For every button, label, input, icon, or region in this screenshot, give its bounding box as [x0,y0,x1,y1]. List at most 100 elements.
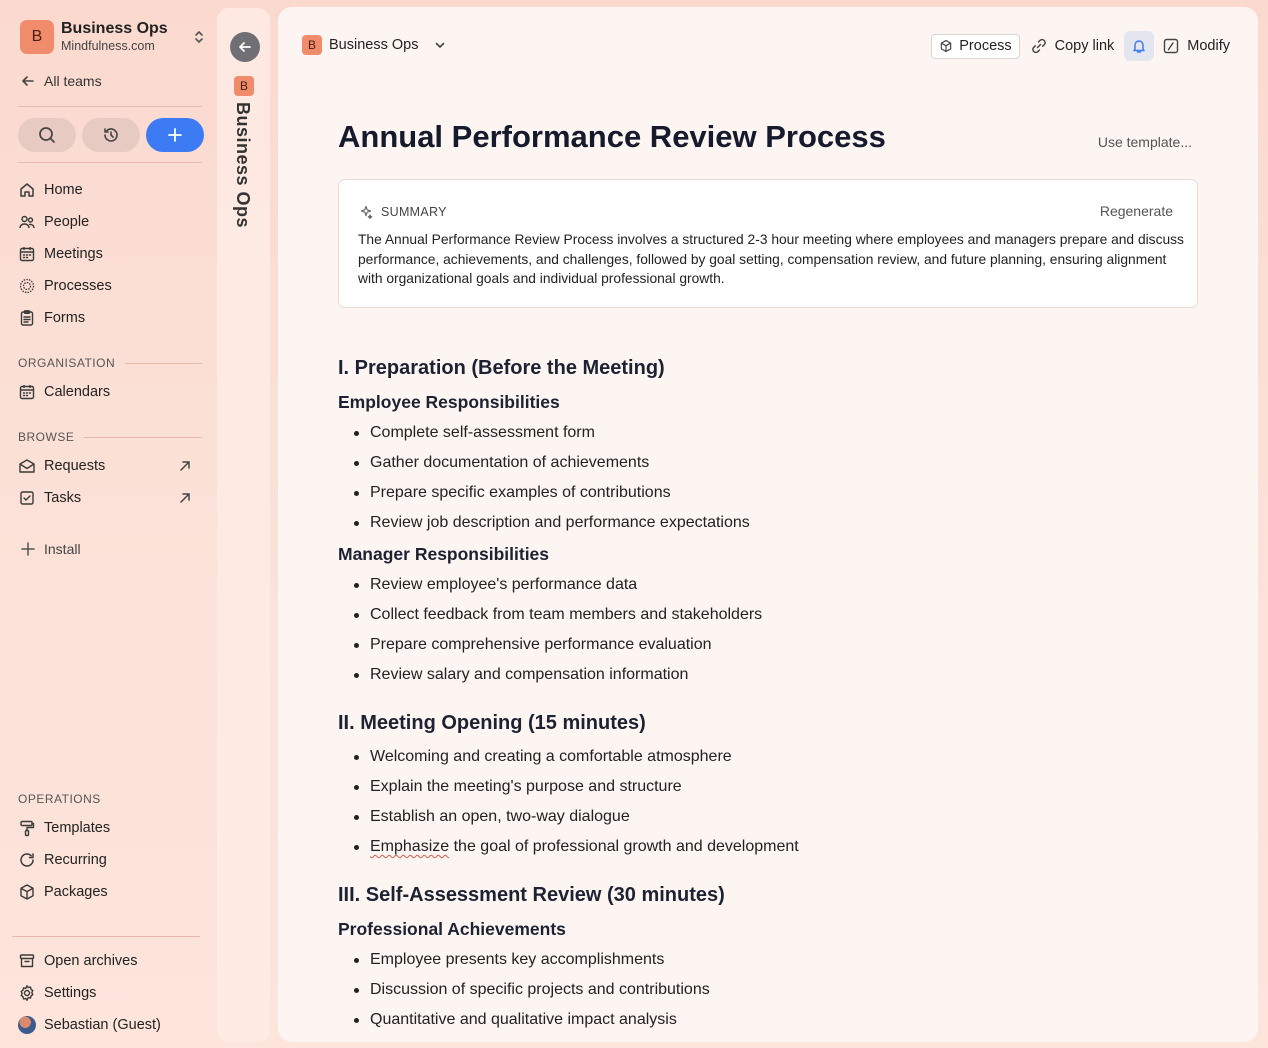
document-body[interactable]: I. Preparation (Before the Meeting) Empl… [338,353,1198,1035]
nav-item-meetings[interactable]: Meetings [18,238,204,270]
external-link-icon[interactable] [178,459,192,473]
bullet-list: Employee presents key accomplishments Di… [354,945,1198,1035]
sparkle-icon [359,205,373,219]
nav-item-forms[interactable]: Forms [18,302,204,334]
calendar-icon [18,383,36,401]
nav-item-calendars[interactable]: Calendars [18,376,204,408]
gear-icon [18,984,36,1002]
list-item: Review salary and compensation informati… [354,660,1198,690]
list-item: Discussion of specific projects and cont… [354,975,1198,1005]
section-label-text: BROWSE [18,430,75,444]
section-heading: III. Self-Assessment Review (30 minutes) [338,884,725,906]
team-name: Business Ops [61,20,168,37]
collapse-button[interactable] [230,32,260,62]
subsection-heading: Professional Achievements [338,919,566,939]
process-button[interactable]: Process [931,33,1020,59]
nav-label: People [44,214,90,230]
team-avatar: B [20,20,54,54]
collapsed-rail: B Business Ops [217,8,270,1042]
modify-label: Modify [1187,38,1230,54]
breadcrumb[interactable]: B Business Ops [302,35,446,55]
nav-item-people[interactable]: People [18,206,204,238]
process-label: Process [959,38,1012,54]
processes-icon [18,277,36,295]
copy-link-label: Copy link [1054,38,1115,54]
people-icon [18,213,36,231]
section-label-browse: BROWSE [18,430,202,444]
all-teams-link[interactable]: All teams [20,71,102,91]
main-panel: B Business Ops Process Copy link Modify … [278,7,1258,1042]
archive-icon [18,952,36,970]
list-item: Emphasize the goal of professional growt… [354,832,1198,862]
external-link-icon[interactable] [178,491,192,505]
breadcrumb-label: Business Ops [329,37,419,53]
nav-item-requests[interactable]: Requests [18,450,204,482]
history-button[interactable] [82,118,140,152]
nav-item-user[interactable]: Sebastian (Guest) [18,1009,204,1041]
summary-label: SUMMARY [359,205,447,219]
nav-item-open-archives[interactable]: Open archives [18,945,204,977]
list-item: Review job description and performance e… [354,508,1198,538]
nav-label: Processes [44,278,112,294]
notifications-button[interactable] [1124,31,1155,61]
nav-item-templates[interactable]: Templates [18,812,204,844]
search-button[interactable] [18,118,76,152]
nav-item-recurring[interactable]: Recurring [18,844,204,876]
section-label-text: ORGANISATION [18,356,116,370]
list-item: Gather documentation of achievements [354,448,1198,478]
nav-label: Home [44,182,83,198]
section-label-organisation: ORGANISATION [18,356,202,370]
chevron-up-down-icon[interactable] [192,28,206,46]
browse-nav: Requests Tasks [18,450,204,514]
nav-label: Tasks [44,490,82,506]
regenerate-button[interactable]: Regenerate [1100,203,1173,219]
subsection-heading: Manager Responsibilities [338,544,550,564]
team-badge: B [302,35,322,55]
divider [12,936,200,937]
home-icon [18,181,36,199]
copy-link-button[interactable]: Copy link [1030,31,1115,61]
bell-icon [1131,38,1147,54]
list-item: Quantitative and qualitative impact anal… [354,1005,1198,1035]
section-heading: I. Preparation (Before the Meeting) [338,357,665,379]
subsection-heading: Employee Responsibilities [338,392,560,412]
use-template-link[interactable]: Use template... [1098,134,1192,150]
arrow-left-icon [237,39,253,55]
list-item: Complete self-assessment form [354,418,1198,448]
user-name: Sebastian (Guest) [44,1017,161,1033]
nav-label: Packages [44,884,108,900]
list-item: Review employee's performance data [354,570,1198,600]
organisation-nav: Calendars [18,376,204,408]
topbar: B Business Ops Process Copy link Modify [278,7,1258,83]
nav-label: Open archives [44,953,138,969]
list-item: Establish an open, two-way dialogue [354,802,1198,832]
nav-item-tasks[interactable]: Tasks [18,482,204,514]
create-button[interactable] [146,118,204,152]
toolbar: Process Copy link Modify [931,31,1230,61]
nav-item-processes[interactable]: Processes [18,270,204,302]
operations-nav: Templates Recurring Packages [18,812,204,908]
nav-label: Templates [44,820,111,836]
plus-icon [167,127,183,143]
chevron-down-icon[interactable] [434,39,446,51]
nav-label: Meetings [44,246,103,262]
modify-button[interactable]: Modify [1162,31,1230,61]
install-link[interactable]: Install [20,541,81,557]
nav-item-home[interactable]: Home [18,174,204,206]
spellcheck-flagged-word[interactable]: Emphasize [370,838,449,855]
summary-label-text: SUMMARY [381,205,447,219]
list-item: Prepare comprehensive performance evalua… [354,630,1198,660]
nav-label: Recurring [44,852,107,868]
edit-icon [1162,37,1180,55]
link-icon [1030,37,1048,55]
nav-label: Requests [44,458,106,474]
nav-item-settings[interactable]: Settings [18,977,204,1009]
arrow-left-icon [20,73,36,89]
team-switcher[interactable]: B Business Ops Mindfulness.com [20,19,206,55]
nav-item-packages[interactable]: Packages [18,876,204,908]
list-item-text: the goal of professional growth and deve… [449,838,799,855]
page-title[interactable]: Annual Performance Review Process [338,119,886,155]
footer-nav: Open archives Settings Sebastian (Guest) [18,945,204,1041]
calendar-icon [18,245,36,263]
list-item: Employee presents key accomplishments [354,945,1198,975]
